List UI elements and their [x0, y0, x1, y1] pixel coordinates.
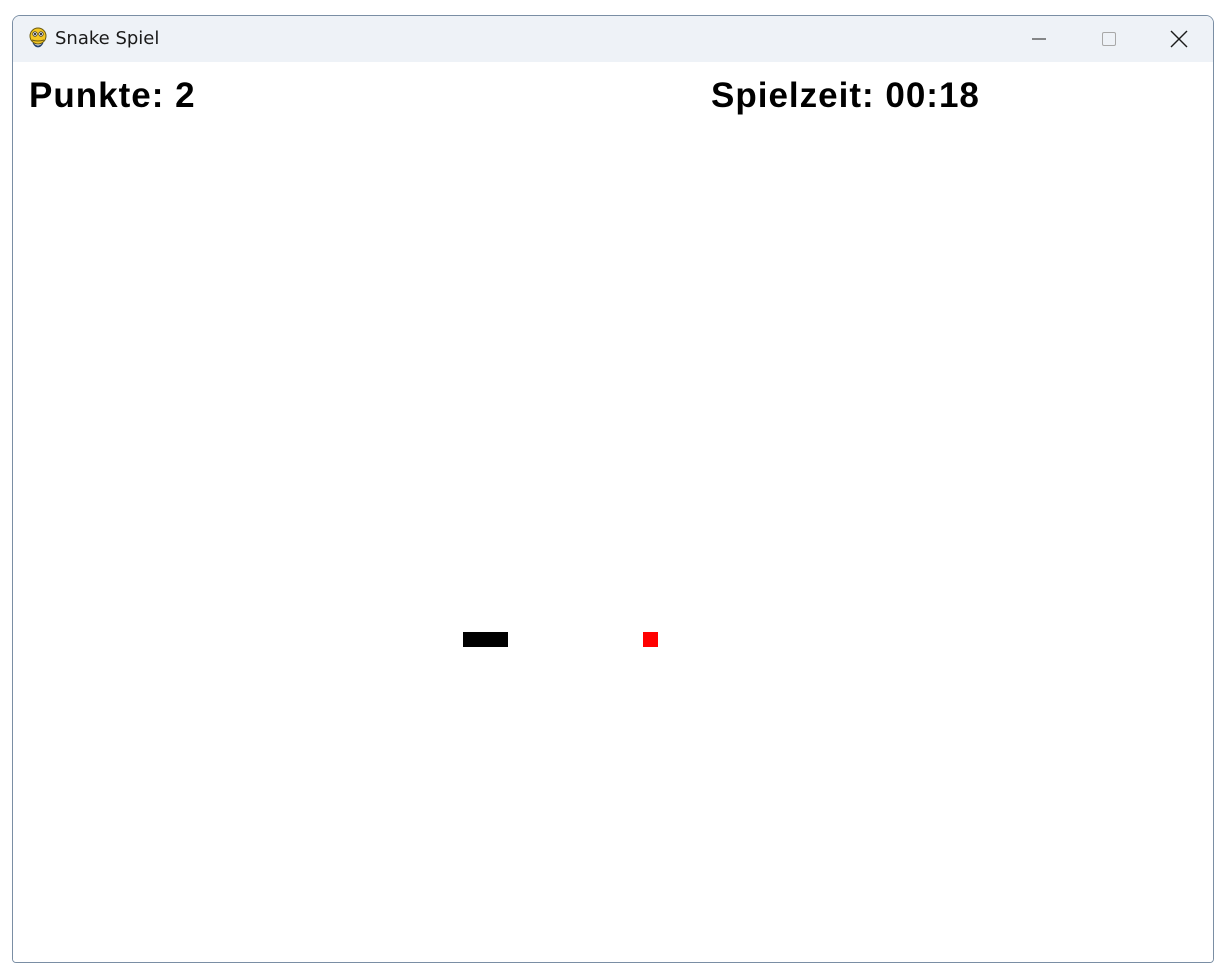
food-item — [643, 632, 658, 647]
close-icon — [1170, 30, 1188, 48]
maximize-button[interactable] — [1074, 16, 1144, 62]
minimize-button[interactable] — [1004, 16, 1074, 62]
snake-head — [493, 632, 508, 647]
snake-segment — [463, 632, 478, 647]
window-title: Snake Spiel — [55, 28, 160, 49]
snake-segment — [478, 632, 493, 647]
minimize-icon — [1032, 38, 1046, 40]
title-bar[interactable]: Snake Spiel — [13, 16, 1213, 62]
game-window: Snake Spiel Punkte: 2 Spielzeit: 00:18 — [12, 15, 1214, 963]
score-display: Punkte: 2 — [29, 76, 196, 115]
game-canvas[interactable]: Punkte: 2 Spielzeit: 00:18 — [13, 62, 1213, 962]
close-button[interactable] — [1144, 16, 1213, 62]
time-display: Spielzeit: 00:18 — [711, 76, 980, 115]
maximize-icon — [1102, 32, 1116, 46]
pygame-snake-icon — [29, 27, 47, 48]
